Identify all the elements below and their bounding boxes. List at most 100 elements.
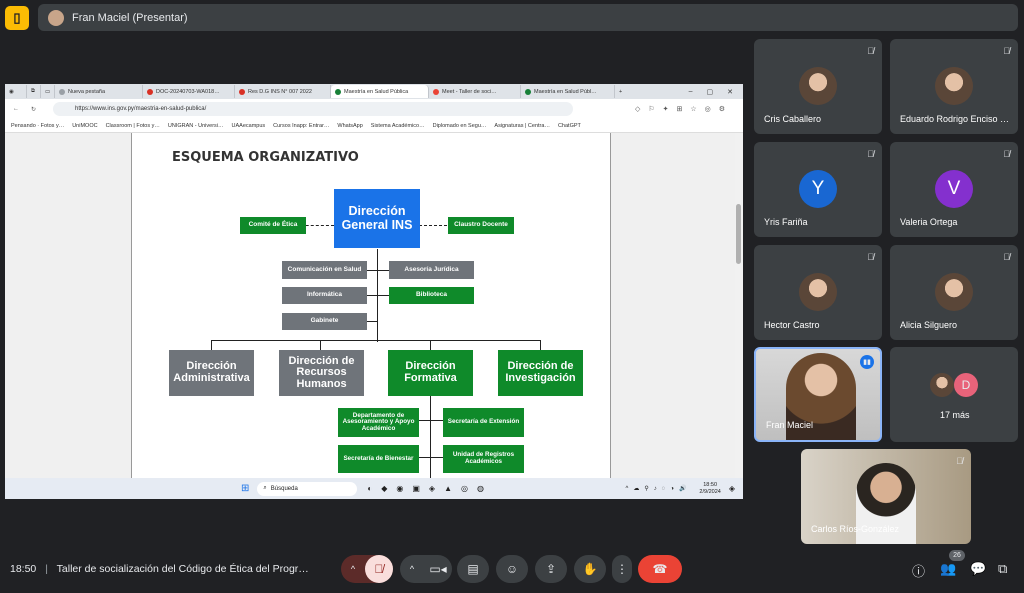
tab-label: Nueva pestaña	[68, 88, 105, 95]
participant-tile-speaking[interactable]: ▮▮ Fran Maciel	[754, 347, 882, 442]
reactions-button[interactable]: ☺	[496, 555, 528, 583]
taskbar-date: 2/9/2024	[699, 488, 721, 495]
participants-count-badge: 26	[949, 550, 965, 561]
participant-tile[interactable]: 🎙̸ Y Yris Fariña	[754, 142, 882, 237]
separator: |	[45, 563, 48, 575]
camera-options-icon[interactable]: ^	[400, 564, 424, 574]
participant-tile[interactable]: 🎙̸ Eduardo Rodrigo Enciso …	[890, 39, 1018, 134]
participant-tile[interactable]: 🎙̸ Hector Castro	[754, 245, 882, 340]
tab-sidebar-icon[interactable]: ▭	[41, 85, 55, 98]
bookmark-item[interactable]: Pensando · Fotos y…	[11, 123, 64, 129]
participant-name: Carlos Ríos-González	[811, 524, 900, 534]
org-chart-document: ESQUEMA ORGANIZATIVO Dirección General I…	[131, 133, 611, 478]
avatar: V	[935, 170, 973, 208]
participant-name: Valeria Ortega	[900, 217, 958, 227]
present-icon: ⇪	[545, 562, 557, 576]
browser-tab[interactable]: Res D.G INS N° 007 2022	[235, 85, 331, 98]
avatar: D	[954, 373, 978, 397]
maximize-icon[interactable]: ▢	[707, 88, 714, 96]
mic-off-icon: 🎙̸	[867, 149, 874, 159]
presenter-avatar	[48, 9, 64, 26]
taskbar-app-icons[interactable]: ◐◆◉▣◈▲◎◍	[367, 484, 493, 493]
browser-tab[interactable]: Maestría en Salud Públ…	[521, 85, 615, 98]
captions-button[interactable]: ▤	[457, 555, 489, 583]
bookmark-item[interactable]: UNIGRAN - Universi…	[168, 123, 224, 129]
self-view-tile[interactable]: 🎙̸ Carlos Ríos-González	[801, 449, 971, 544]
bookmark-item[interactable]: Cursos Inapp: Entrar…	[273, 123, 329, 129]
box-direccion-investigacion: Dirección de Investigación	[498, 350, 583, 396]
back-icon[interactable]: ←	[13, 106, 19, 112]
bookmark-item[interactable]: Asignaturas | Centra…	[494, 123, 550, 129]
emoji-icon: ☺	[505, 562, 519, 576]
mic-off-button[interactable]: 🎙̸	[365, 555, 393, 583]
connector-line	[377, 295, 389, 296]
tab-favicon	[335, 88, 341, 95]
taskbar-clock[interactable]: 18:50 2/9/2024	[699, 482, 720, 494]
connector-line	[419, 457, 443, 458]
tray-icons[interactable]: ^☁⚲♪◌◑🔊	[626, 485, 692, 492]
participant-tile[interactable]: 🎙̸ Alicia Silguero	[890, 245, 1018, 340]
page-scrollbar-thumb[interactable]	[736, 204, 741, 264]
profile-icon[interactable]: ◉	[5, 85, 27, 98]
participant-tile[interactable]: 🎙̸ Cris Caballero	[754, 39, 882, 134]
connector-line	[367, 270, 377, 271]
reload-icon[interactable]: ↻	[31, 106, 36, 113]
presenter-chip[interactable]: Fran Maciel (Presentar)	[38, 4, 1018, 31]
notifications-icon[interactable]: ◈	[729, 484, 735, 493]
meeting-details-icon[interactable]: ⓘ	[912, 561, 925, 580]
meet-logo-icon: ▯	[5, 6, 29, 30]
participant-name: Hector Castro	[764, 320, 820, 330]
browser-tab[interactable]: Nueva pestaña	[55, 85, 143, 98]
address-bar[interactable]: https://www.ins.gov.py/maestria-en-salud…	[53, 102, 573, 116]
captions-icon: ▤	[467, 562, 479, 576]
box-comunicacion-salud: Comunicación en Salud	[282, 261, 367, 279]
tab-actions-icon[interactable]: ⧉	[27, 85, 41, 98]
windows-taskbar: ⊞ ⌕ Búsqueda ◐◆◉▣◈▲◎◍ ^☁⚲♪◌◑🔊 18:50 2/9/…	[5, 478, 743, 499]
bookmark-item[interactable]: Classroom | Fotos y…	[106, 123, 160, 129]
box-direccion-formativa: Dirección Formativa	[388, 350, 473, 396]
present-button[interactable]: ⇪	[535, 555, 567, 583]
toolbar-extension-icons[interactable]: ◇⚐✦⊞☆◎⚙	[635, 105, 733, 113]
search-icon: ⌕	[263, 485, 267, 491]
tab-favicon	[525, 88, 531, 95]
minimize-icon[interactable]: –	[689, 88, 693, 96]
more-options-button[interactable]: ⋮	[612, 555, 632, 583]
hand-icon: ✋	[582, 562, 598, 576]
meeting-title: Taller de socialización del Código de Ét…	[56, 563, 309, 575]
people-icon[interactable]: 👥	[940, 561, 956, 577]
tab-label: Meet - Taller de soci…	[442, 88, 497, 95]
browser-tab-active[interactable]: Maestría en Salud Pública	[331, 85, 429, 98]
chat-icon[interactable]: 💬	[970, 561, 986, 577]
bookmark-item[interactable]: Sistema Académico…	[371, 123, 425, 129]
new-tab-icon[interactable]: +	[615, 85, 629, 98]
camera-button[interactable]: ▭◂	[424, 562, 452, 576]
box-comite-etica: Comité de Ética	[240, 217, 306, 234]
bookmark-item[interactable]: UAAecampus	[232, 123, 266, 129]
leave-call-button[interactable]: ☎	[638, 555, 682, 583]
connector-line	[430, 340, 431, 350]
bookmark-item[interactable]: WhatsApp	[337, 123, 362, 129]
browser-tab[interactable]: DOC-20240703-WA018…	[143, 85, 235, 98]
mic-options-icon[interactable]: ^	[341, 564, 365, 574]
browser-tab[interactable]: Meet - Taller de soci…	[429, 85, 521, 98]
more-participants-label: 17 más	[940, 410, 970, 420]
mic-off-icon: 🎙̸	[1003, 149, 1010, 159]
windows-start-icon[interactable]: ⊞	[241, 483, 249, 494]
avatar	[799, 273, 837, 311]
camera-control: ^ ▭◂	[400, 555, 452, 583]
participant-tile[interactable]: 🎙̸ V Valeria Ortega	[890, 142, 1018, 237]
connector-line	[377, 270, 389, 271]
presenter-label: Fran Maciel (Presentar)	[72, 11, 188, 24]
page-scrollbar[interactable]	[735, 133, 743, 478]
bookmark-item[interactable]: UniMOOC	[72, 123, 97, 129]
bookmark-item[interactable]: Diplomado en Segu…	[433, 123, 487, 129]
taskbar-search[interactable]: ⌕ Búsqueda	[257, 481, 358, 496]
speaking-indicator-icon: ▮▮	[860, 355, 874, 369]
box-secretaria-bienestar: Secretaría de Bienestar	[338, 445, 419, 473]
close-icon[interactable]: ✕	[727, 88, 733, 96]
raise-hand-button[interactable]: ✋	[574, 555, 606, 583]
box-direccion-rrhh: Dirección de Recursos Humanos	[279, 350, 364, 396]
bookmark-item[interactable]: ChatGPT	[558, 123, 581, 129]
activities-icon[interactable]: ⧉	[998, 561, 1007, 577]
more-participants-tile[interactable]: D 17 más	[890, 347, 1018, 442]
